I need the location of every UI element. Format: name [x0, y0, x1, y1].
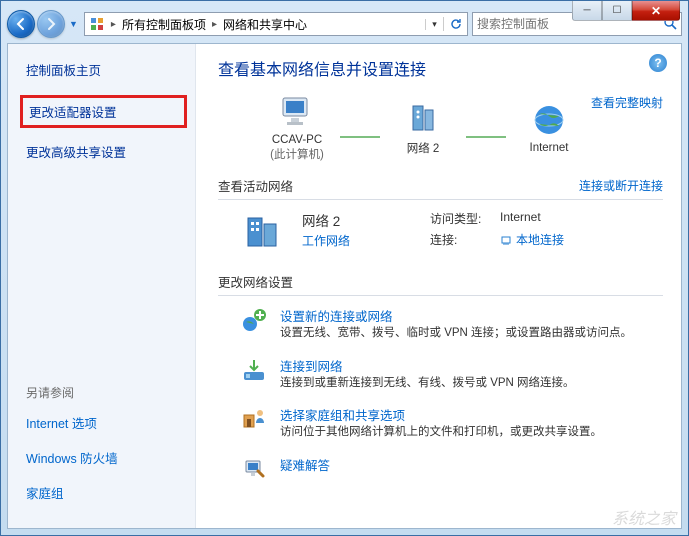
see-also-heading: 另请参阅 — [26, 384, 195, 401]
active-networks-heading: 查看活动网络 — [218, 176, 293, 195]
homegroup-sharing-link[interactable]: 选择家庭组和共享选项 — [280, 409, 405, 423]
control-panel-home-link[interactable]: 控制面板主页 — [26, 60, 195, 79]
help-button[interactable]: ? — [649, 54, 667, 72]
change-settings-heading: 更改网络设置 — [218, 272, 293, 291]
node-label: CCAV-PC — [258, 134, 336, 146]
page-title: 查看基本网络信息并设置连接 — [218, 56, 663, 80]
setting-item: 选择家庭组和共享选项 访问位于其他网络计算机上的文件和打印机，或更改共享设置。 — [240, 405, 663, 441]
network-map: CCAV-PC (此计算机) 网络 2 — [258, 94, 588, 162]
new-connection-icon — [240, 306, 268, 334]
connection-line-icon — [466, 136, 506, 138]
windows-firewall-link[interactable]: Windows 防火墙 — [26, 448, 195, 467]
network-center-icon — [85, 16, 109, 32]
chevron-right-icon: ▸ — [109, 19, 118, 30]
setting-desc: 连接到或重新连接到无线、有线、拨号或 VPN 网络连接。 — [280, 376, 575, 392]
refresh-button[interactable] — [443, 17, 467, 31]
connect-to-network-link[interactable]: 连接到网络 — [280, 360, 343, 374]
homegroup-sharing-icon — [240, 405, 268, 433]
setting-item: 连接到网络 连接到或重新连接到无线、有线、拨号或 VPN 网络连接。 — [240, 356, 663, 392]
node-label: Internet — [510, 142, 588, 154]
close-button[interactable]: ✕ — [632, 1, 680, 21]
troubleshoot-link[interactable]: 疑难解答 — [280, 459, 330, 473]
back-button[interactable] — [7, 10, 35, 38]
address-dropdown[interactable]: ▾ — [425, 19, 443, 30]
homegroup-link[interactable]: 家庭组 — [26, 483, 195, 502]
address-bar[interactable]: ▸ 所有控制面板项 ▸ 网络和共享中心 ▾ — [84, 12, 468, 36]
troubleshoot-icon — [240, 455, 268, 483]
network-name: 网络 2 — [302, 210, 412, 230]
refresh-icon — [449, 17, 463, 31]
highlighted-item: 更改适配器设置 — [20, 95, 187, 128]
change-adapter-settings-link[interactable]: 更改适配器设置 — [29, 102, 178, 121]
breadcrumb-item[interactable]: 所有控制面板项 — [118, 16, 210, 33]
access-type-label: 访问类型: — [430, 210, 500, 227]
setting-item: 设置新的连接或网络 设置无线、宽带、拨号、临时或 VPN 连接；或设置路由器或访… — [240, 306, 663, 342]
internet-options-link[interactable]: Internet 选项 — [26, 413, 195, 432]
computer-icon — [277, 94, 317, 130]
connect-disconnect-link[interactable]: 连接或断开连接 — [579, 177, 663, 194]
forward-button[interactable] — [37, 10, 65, 38]
network-device-icon — [403, 100, 443, 136]
node-label: 网络 2 — [384, 140, 462, 156]
maximize-button[interactable]: ☐ — [602, 1, 632, 21]
connect-network-icon — [240, 356, 268, 384]
local-connection-link[interactable]: 本地连接 — [500, 231, 564, 248]
connection-label: 连接: — [430, 231, 500, 248]
ethernet-icon — [500, 234, 512, 246]
connection-line-icon — [340, 136, 380, 138]
arrow-left-icon — [14, 17, 28, 31]
setting-desc: 访问位于其他网络计算机上的文件和打印机，或更改共享设置。 — [280, 425, 602, 441]
breadcrumb-item[interactable]: 网络和共享中心 — [219, 16, 311, 33]
advanced-sharing-link[interactable]: 更改高级共享设置 — [26, 142, 195, 161]
network-type-link[interactable]: 工作网络 — [302, 234, 350, 248]
globe-icon — [529, 102, 569, 138]
minimize-button[interactable]: ─ — [572, 1, 602, 21]
setting-desc: 设置无线、宽带、拨号、临时或 VPN 连接；或设置路由器或访问点。 — [280, 326, 632, 342]
node-sublabel: (此计算机) — [258, 146, 336, 162]
arrow-right-icon — [44, 17, 58, 31]
setting-item: 疑难解答 — [240, 455, 663, 483]
chevron-right-icon: ▸ — [210, 19, 219, 30]
work-network-icon — [242, 210, 284, 252]
setup-new-connection-link[interactable]: 设置新的连接或网络 — [280, 310, 393, 324]
history-dropdown[interactable]: ▼ — [67, 19, 80, 29]
access-type-value: Internet — [500, 210, 541, 227]
view-full-map-link[interactable]: 查看完整映射 — [591, 94, 663, 111]
